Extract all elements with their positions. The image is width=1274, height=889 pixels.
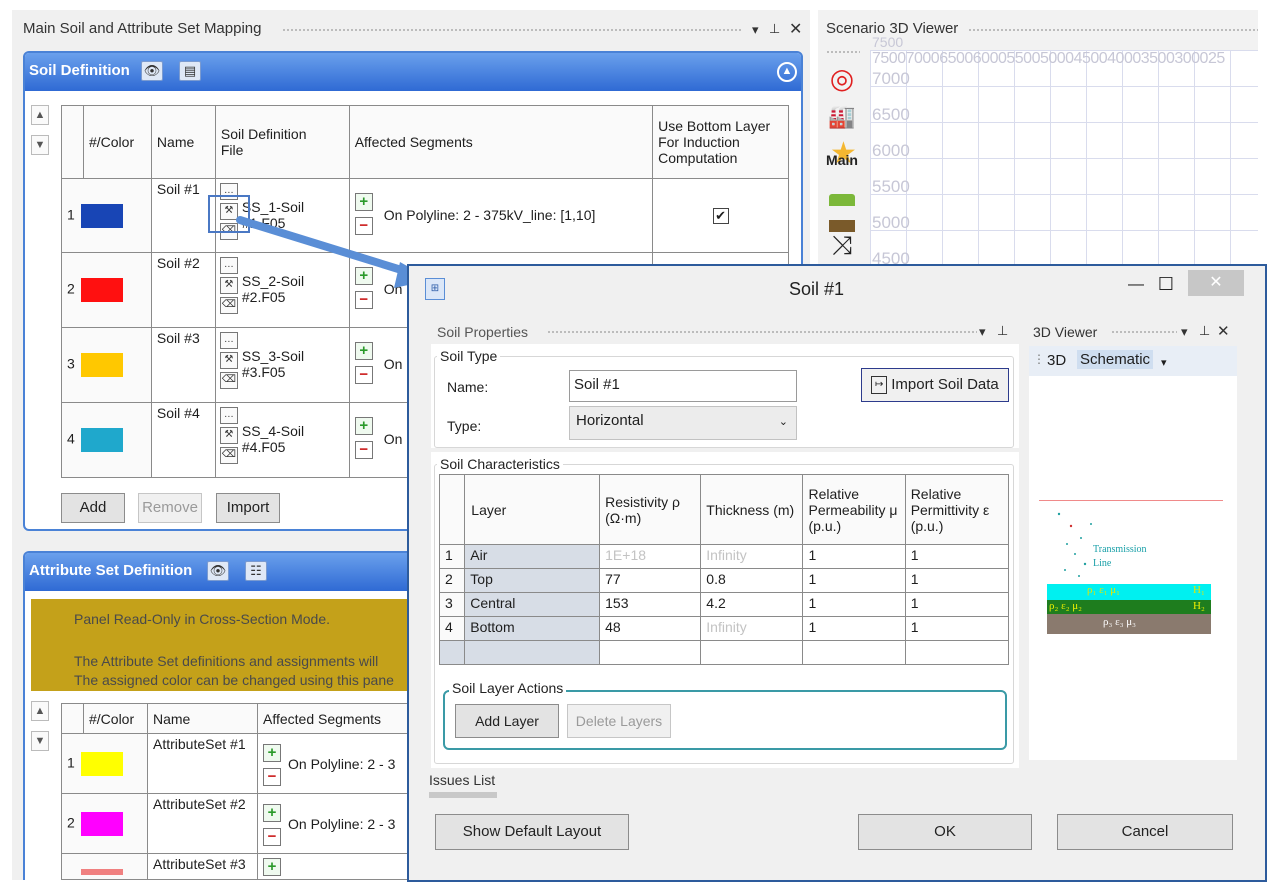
- table-row[interactable]: 4 Bottom 48 Infinity 1 1: [438, 616, 1010, 641]
- new-row-cell[interactable]: [599, 640, 702, 665]
- viewer-3d-toolbar: ⋮ 3D Schematic ▾: [1029, 346, 1237, 376]
- dialog-titlebar[interactable]: ⊞ Soil #1 — ☐ ✕: [409, 266, 1265, 312]
- issues-list-tab[interactable]: Issues List: [429, 772, 495, 788]
- layer-name[interactable]: Top: [464, 568, 601, 593]
- soil-properties-panel: Soil Properties ▾ ⊥ Soil Type Name: Soil…: [427, 318, 1019, 768]
- col-header-permittivity[interactable]: Relative Permittivity ε (p.u.): [904, 474, 1010, 545]
- new-row-cell[interactable]: [904, 640, 1010, 665]
- pin-icon[interactable]: ⊥: [1199, 323, 1210, 339]
- resistivity-cell[interactable]: 153: [599, 592, 702, 617]
- soil-layer-3: ρ₃ ε₃ μ₃: [1047, 614, 1211, 634]
- row-number: 2: [438, 568, 466, 593]
- chevron-down-icon[interactable]: ▾: [1181, 324, 1188, 340]
- chevron-down-icon[interactable]: ▾: [1161, 356, 1167, 369]
- chevron-down-icon[interactable]: ▾: [979, 324, 986, 340]
- soil-layer-2: ρ₂ ε₂ μ₂ H₂: [1047, 600, 1211, 614]
- permittivity-cell[interactable]: 1: [904, 544, 1010, 569]
- row-number: 4: [438, 616, 466, 641]
- row-number: 1: [438, 544, 466, 569]
- name-input[interactable]: Soil #1: [569, 370, 797, 402]
- thickness-cell[interactable]: 4.2: [700, 592, 804, 617]
- layer2-params: ρ₂ ε₂ μ₂: [1049, 600, 1083, 612]
- chevron-down-icon: ⌄: [778, 416, 788, 428]
- layer-name[interactable]: Bottom: [464, 616, 601, 641]
- delete-layers-button[interactable]: Delete Layers: [567, 704, 671, 738]
- soil-layer-1: ρ₁ ε₁ μ₁ H₁: [1047, 584, 1211, 600]
- permittivity-cell[interactable]: 1: [904, 592, 1010, 617]
- layer1-params: ρ₁ ε₁ μ₁: [1087, 584, 1121, 596]
- permeability-cell[interactable]: 1: [802, 592, 906, 617]
- thickness-cell[interactable]: Infinity: [700, 616, 804, 641]
- cancel-button[interactable]: Cancel: [1057, 814, 1233, 850]
- line-label: Line: [1093, 558, 1112, 569]
- new-row-cell[interactable]: [802, 640, 906, 665]
- col-header-layer[interactable]: Layer: [464, 474, 601, 545]
- layer-name[interactable]: Central: [464, 592, 601, 617]
- name-label: Name:: [447, 379, 489, 395]
- new-row-header: [438, 640, 466, 665]
- air-boundary-line: [1039, 500, 1223, 501]
- layer1-thickness: H₁: [1193, 584, 1205, 596]
- toolbar-grip[interactable]: ⋮: [1033, 352, 1045, 366]
- import-soil-data-label: Import Soil Data: [891, 376, 999, 393]
- row-number: 3: [438, 592, 466, 617]
- resistivity-cell[interactable]: 48: [599, 616, 702, 641]
- issues-list-tab-indicator: [429, 792, 497, 798]
- ok-button[interactable]: OK: [858, 814, 1032, 850]
- soil-layers-table: Layer Resistivity ρ (Ω·m) Thickness (m) …: [438, 474, 1010, 665]
- permeability-cell[interactable]: 1: [802, 568, 906, 593]
- viewer-3d-panel: 3D Viewer ▾ ⊥ ✕ ⋮ 3D Schematic ▾ Transmi…: [1027, 318, 1237, 760]
- corner-cell: [438, 474, 466, 545]
- resistivity-cell[interactable]: 1E+18: [599, 544, 702, 569]
- table-row[interactable]: 3 Central 153 4.2 1 1: [438, 592, 1010, 617]
- col-header-resistivity[interactable]: Resistivity ρ (Ω·m): [599, 474, 702, 545]
- thickness-cell[interactable]: 0.8: [700, 568, 804, 593]
- close-icon[interactable]: ✕: [1217, 322, 1230, 340]
- transmission-label: Transmission: [1093, 544, 1147, 555]
- table-row-new[interactable]: [438, 640, 1010, 665]
- show-default-layout-button[interactable]: Show Default Layout: [435, 814, 629, 850]
- close-icon[interactable]: ✕: [1188, 270, 1244, 296]
- soil-dialog: ⊞ Soil #1 — ☐ ✕ Soil Properties ▾ ⊥ Soil…: [407, 264, 1267, 882]
- soil-type-legend: Soil Type: [437, 348, 501, 364]
- layer-name[interactable]: Air: [464, 544, 601, 569]
- permeability-cell[interactable]: 1: [802, 616, 906, 641]
- resistivity-cell[interactable]: 77: [599, 568, 702, 593]
- type-select[interactable]: Horizontal ⌄: [569, 406, 797, 440]
- type-label: Type:: [447, 418, 482, 434]
- app-icon: ⊞: [425, 278, 445, 300]
- col-header-thickness[interactable]: Thickness (m): [700, 474, 804, 545]
- thickness-cell[interactable]: Infinity: [700, 544, 804, 569]
- viewer-3d-title: 3D Viewer: [1033, 324, 1098, 340]
- layer2-thickness: H₂: [1193, 600, 1205, 612]
- maximize-icon[interactable]: ☐: [1151, 274, 1181, 295]
- table-row[interactable]: 2 Top 77 0.8 1 1: [438, 568, 1010, 593]
- soil-properties-title: Soil Properties: [437, 324, 529, 340]
- permittivity-cell[interactable]: 1: [904, 616, 1010, 641]
- add-layer-button[interactable]: Add Layer: [455, 704, 559, 738]
- import-soil-data-button[interactable]: ↦ Import Soil Data: [861, 368, 1009, 402]
- permeability-cell[interactable]: 1: [802, 544, 906, 569]
- soil-characteristics-legend: Soil Characteristics: [437, 456, 563, 472]
- layer3-params: ρ₃ ε₃ μ₃: [1103, 616, 1137, 628]
- panel-grip[interactable]: [547, 330, 977, 335]
- pin-icon[interactable]: ⊥: [997, 323, 1008, 339]
- tab-3d[interactable]: 3D: [1047, 352, 1066, 369]
- new-row-cell[interactable]: [464, 640, 601, 665]
- panel-grip[interactable]: [1111, 330, 1177, 335]
- type-select-value: Horizontal: [576, 412, 644, 429]
- layer-actions-legend: Soil Layer Actions: [449, 680, 567, 696]
- tab-schematic[interactable]: Schematic: [1077, 350, 1154, 369]
- table-row[interactable]: 1 Air 1E+18 Infinity 1 1: [438, 544, 1010, 569]
- minimize-icon[interactable]: —: [1121, 276, 1151, 294]
- col-header-permeability[interactable]: Relative Permeability μ (p.u.): [802, 474, 906, 545]
- permittivity-cell[interactable]: 1: [904, 568, 1010, 593]
- new-row-cell[interactable]: [700, 640, 804, 665]
- dialog-title: Soil #1: [789, 279, 845, 299]
- import-file-icon: ↦: [871, 376, 888, 395]
